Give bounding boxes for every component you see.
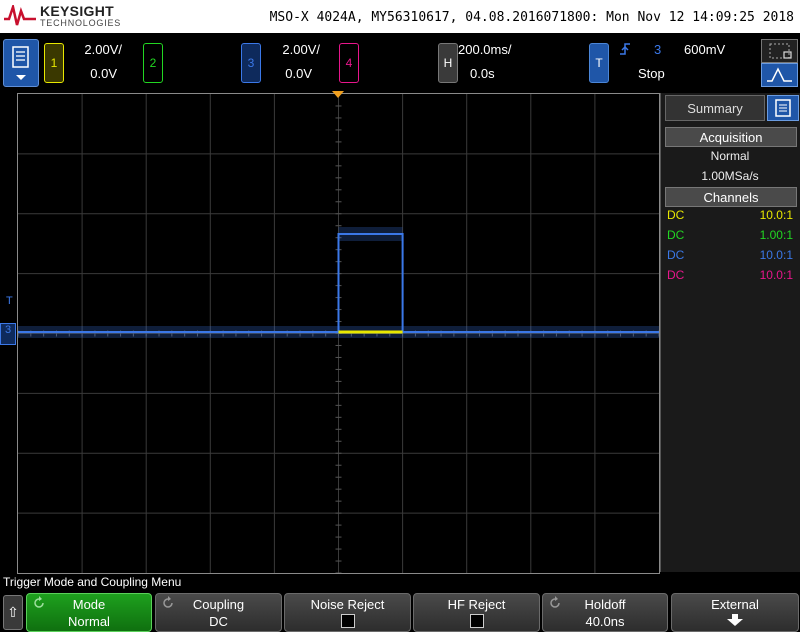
sample-rate: 1.00MSa/s	[701, 169, 759, 183]
softkey-hf-reject[interactable]: HF Reject	[413, 593, 540, 632]
channel-coupling: DC	[667, 208, 685, 222]
trigger-level: 600mV	[684, 42, 726, 57]
channel-2-button[interactable]: 2	[143, 43, 163, 83]
softkey-external[interactable]: External	[671, 593, 799, 632]
trigger-label: T	[595, 56, 603, 70]
channel-3-offset: 0.0V	[285, 66, 312, 81]
menu-title: Trigger Mode and Coupling Menu	[3, 575, 182, 589]
acquisition-header: Acquisition	[665, 127, 797, 147]
panel-menu-icon	[775, 99, 791, 117]
softkey-coupling[interactable]: Coupling DC	[155, 593, 282, 632]
noise-reject-checkbox[interactable]	[340, 614, 355, 628]
title-bar: KEYSIGHT TECHNOLOGIES MSO-X 4024A, MY563…	[0, 0, 800, 33]
trigger-level-marker: T	[6, 295, 13, 307]
softkey-external-label: External	[711, 597, 759, 612]
channel-3-marker-label: 3	[4, 324, 12, 336]
horizontal-scale: 200.0ms/	[458, 42, 512, 57]
channel-4-number: 4	[345, 56, 353, 70]
channel-3-ground-marker: 3	[0, 323, 16, 345]
channel-summary-row: DC 1.00:1	[665, 228, 795, 244]
channel-summary-row: DC 10.0:1	[665, 248, 795, 264]
channel-probe-ratio: 10.0:1	[759, 268, 793, 282]
brand-name: KEYSIGHT	[40, 3, 114, 19]
hf-reject-checkbox[interactable]	[469, 614, 484, 628]
summary-panel: Summary Acquisition Normal 1.00MSa/s Cha…	[660, 93, 800, 572]
softkey-mode[interactable]: Mode Normal	[26, 593, 152, 632]
back-arrow-icon: ⇧	[7, 604, 19, 620]
down-arrow-icon	[727, 614, 743, 626]
softkey-mode-label: Mode	[72, 597, 106, 612]
brand-subtitle: TECHNOLOGIES	[40, 18, 122, 28]
zoom-icon	[769, 43, 792, 59]
autoscale-icon	[767, 67, 792, 82]
channel-1-offset: 0.0V	[90, 66, 117, 81]
horizontal-label: H	[443, 56, 453, 70]
keysight-logo-icon	[4, 5, 36, 26]
summary-tab[interactable]: Summary	[665, 95, 765, 121]
channel-probe-ratio: 10.0:1	[759, 208, 793, 222]
softkey-holdoff-label: Holdoff	[584, 597, 626, 612]
horizontal-button[interactable]: H	[438, 43, 458, 83]
instrument-id: MSO-X 4024A, MY56310617, 04.08.201607180…	[269, 10, 794, 25]
softkey-coupling-label: Coupling	[192, 597, 245, 612]
zoom-button[interactable]	[761, 39, 798, 63]
panel-menu-button[interactable]	[767, 95, 799, 121]
softkey-hf-reject-label: HF Reject	[447, 597, 506, 612]
channels-header: Channels	[665, 187, 797, 207]
channel-2-number: 2	[149, 56, 157, 70]
channel-1-scale: 2.00V/	[84, 42, 122, 57]
softkey-holdoff[interactable]: Holdoff 40.0ns	[542, 593, 668, 632]
softkey-mode-value: Normal	[68, 614, 110, 629]
run-state: Stop	[638, 66, 665, 81]
channel-4-button[interactable]: 4	[339, 43, 359, 83]
channel-summary-row: DC 10.0:1	[665, 268, 795, 284]
trigger-source: 3	[654, 42, 662, 57]
trigger-button[interactable]: T	[589, 43, 609, 83]
channel-coupling: DC	[667, 248, 685, 262]
channel-3-scale: 2.00V/	[282, 42, 320, 57]
waveform-display[interactable]	[17, 93, 660, 574]
rising-edge-icon	[620, 43, 630, 55]
softkey-coupling-value: DC	[209, 614, 228, 629]
graticule	[18, 94, 659, 573]
keysight-logo: KEYSIGHT TECHNOLOGIES	[4, 2, 144, 30]
softkey-noise-reject-label: Noise Reject	[310, 597, 385, 612]
softkey-noise-reject[interactable]: Noise Reject	[284, 593, 411, 632]
channel-summary-row: DC 10.0:1	[665, 208, 795, 224]
main-menu-button[interactable]	[3, 39, 39, 87]
channel-probe-ratio: 1.00:1	[759, 228, 793, 242]
softkey-holdoff-value: 40.0ns	[585, 614, 625, 629]
acquisition-mode: Normal	[710, 149, 750, 163]
menu-icon	[12, 46, 29, 80]
back-button[interactable]: ⇧	[3, 595, 23, 630]
horizontal-delay: 0.0s	[470, 66, 495, 81]
trigger-position-marker	[332, 91, 344, 98]
channel-probe-ratio: 10.0:1	[759, 248, 793, 262]
channel-coupling: DC	[667, 268, 685, 282]
autoscale-button[interactable]	[761, 63, 798, 87]
channel-coupling: DC	[667, 228, 685, 242]
channel-3-trace	[18, 233, 659, 333]
